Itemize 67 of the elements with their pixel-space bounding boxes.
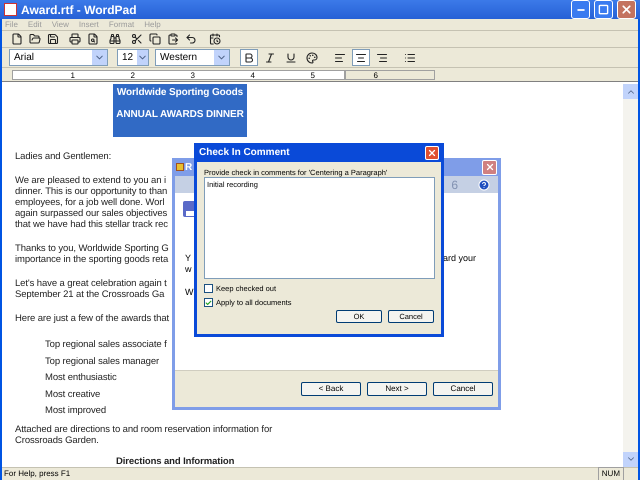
document-line: importance in the sporting goods reta <box>15 254 168 265</box>
close-button[interactable] <box>482 160 497 174</box>
script-combo[interactable]: Western <box>155 49 230 66</box>
wizard-button[interactable]: Next > <box>367 382 427 396</box>
document-line: that we have had this stellar track rec <box>15 219 168 230</box>
ruler-number: 4 <box>250 70 255 78</box>
close-icon <box>484 162 494 172</box>
status-text: For Help, press F1 <box>3 468 72 480</box>
document-line: Crossroads Garden. <box>15 434 99 446</box>
document-icon <box>4 3 17 16</box>
scroll-up-icon[interactable] <box>623 84 638 99</box>
ruler-number: 3 <box>190 70 195 78</box>
document-heading: ANNUAL AWARDS DINNER <box>116 109 244 120</box>
ruler-number: 5 <box>310 70 315 78</box>
document-line: September 21 at the Crossroads Ga <box>15 289 164 300</box>
checkbox[interactable] <box>204 298 213 307</box>
document-line: employees, for a job well done. Worl <box>15 197 164 208</box>
document-line: Here are just a few of the awards that <box>15 313 170 324</box>
size-combo[interactable]: 12 <box>117 49 149 66</box>
ruler-number: 1 <box>70 70 75 78</box>
close-button[interactable] <box>617 0 636 19</box>
align-center-button[interactable] <box>352 49 370 66</box>
wizard-title: R <box>185 160 192 174</box>
dialog-title: Check In Comment <box>199 146 291 160</box>
document-line: Thanks to you, Worldwide Sporting G <box>15 243 169 254</box>
checkbox[interactable] <box>204 284 213 293</box>
close-button[interactable] <box>425 146 439 160</box>
num-lock-indicator: NUM <box>598 466 624 480</box>
document-line: We are pleased to extend to you an i <box>15 175 166 186</box>
scroll-down-icon[interactable] <box>623 452 638 466</box>
document-line: Top regional sales associate f <box>45 338 167 352</box>
wizard-button[interactable]: < Back <box>301 382 361 396</box>
maximize-button[interactable] <box>594 0 613 19</box>
document-line: Most improved <box>45 404 106 418</box>
wizard-text: w <box>185 264 192 274</box>
ruler-number: 2 <box>130 70 135 78</box>
align-left-icon <box>334 52 346 64</box>
document-line: Most creative <box>45 388 100 402</box>
close-icon <box>427 148 437 158</box>
header-text: 6 <box>451 176 458 194</box>
close-icon <box>620 3 633 16</box>
wizard-text: Y <box>185 253 192 263</box>
document-line: Attached are directions to and room reservation information for <box>15 424 272 434</box>
ruler-number: 6 <box>374 70 378 78</box>
check-icon <box>205 298 212 306</box>
document-line: Let's have a great celebration again t <box>15 278 167 289</box>
document-line: Directions and Information <box>116 456 234 466</box>
document-line: Most enthusiastic <box>45 371 117 385</box>
minimize-button[interactable] <box>571 0 590 19</box>
bold-icon <box>243 52 255 64</box>
bold-button[interactable] <box>240 49 258 66</box>
wizard-text: W <box>185 287 194 297</box>
document-line: again surpassed our sales objectives <box>15 208 168 219</box>
document-heading: Worldwide Sporting Goods <box>116 87 244 98</box>
window-title: Award.rtf - WordPad <box>21 2 138 18</box>
font-combo[interactable]: Arial <box>9 49 108 66</box>
document-line: dinner. This is our opportunity to than <box>15 186 168 197</box>
maximize-icon <box>598 4 609 15</box>
align-right-icon <box>376 52 388 64</box>
align-center-icon <box>355 52 367 64</box>
wizard-button[interactable]: Cancel <box>433 382 493 396</box>
help-icon <box>478 178 490 190</box>
underline-icon <box>285 52 297 64</box>
wizard-text: ard your <box>443 253 476 263</box>
document-line: Ladies and Gentlemen: <box>15 151 112 162</box>
document-line: Top regional sales manager <box>45 354 160 368</box>
italic-icon <box>264 52 276 64</box>
